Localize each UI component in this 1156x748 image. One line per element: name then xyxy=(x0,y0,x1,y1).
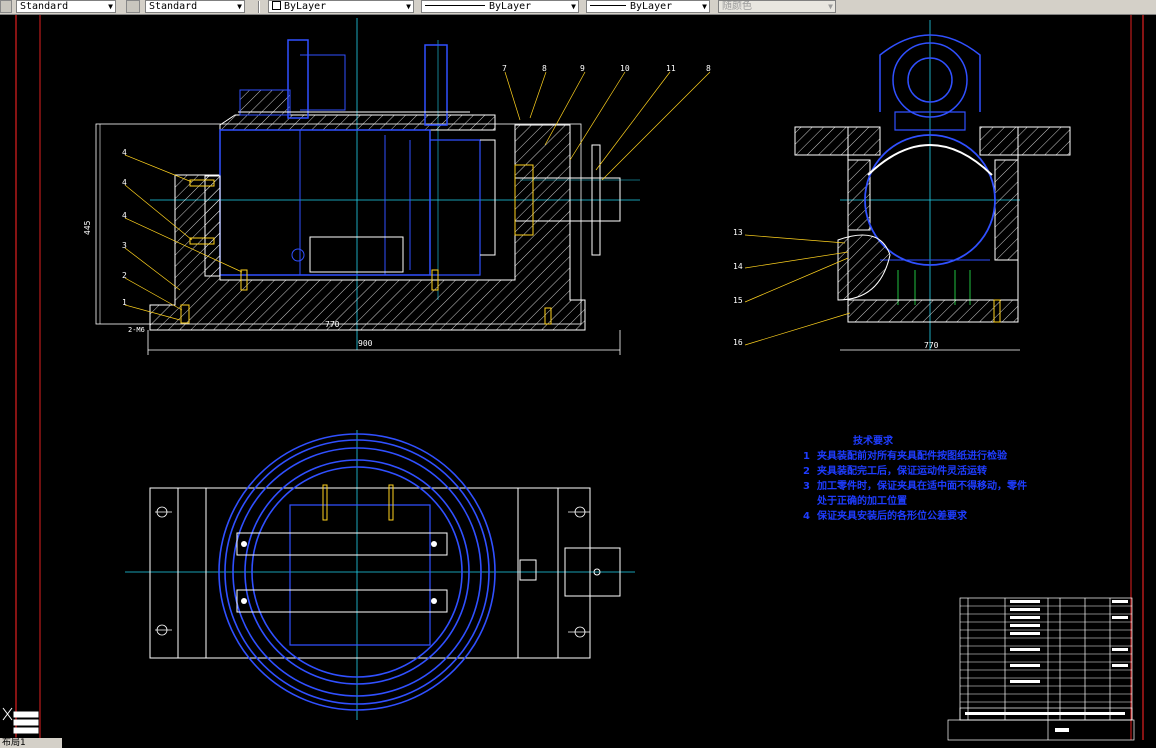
callout-label: 13 xyxy=(733,228,743,237)
toolbar-separator xyxy=(258,1,260,13)
callout-label: 8 xyxy=(542,64,547,73)
tech-note-text: 保证夹具安装后的各形位公差要求 xyxy=(817,511,967,522)
tech-note-text: 加工零件时，保证夹具在适中面不得移动，零件 xyxy=(817,481,1027,492)
plot-style-select[interactable]: 随颜色 ▼ xyxy=(718,0,836,13)
text-style-select[interactable]: Standard ▼ xyxy=(16,0,116,13)
callout-label: 4 xyxy=(122,178,127,187)
dim-style-select[interactable]: Standard ▼ xyxy=(145,0,245,13)
color-select[interactable]: ByLayer ▼ xyxy=(268,0,414,13)
callout-label: 9 xyxy=(580,64,585,73)
dim-width-top: 900 xyxy=(358,339,373,348)
chevron-down-icon: ▼ xyxy=(237,2,242,11)
callout-label: 1 xyxy=(122,298,127,307)
tech-note-item: 2 夹具装配完工后，保证运动件灵活运转 xyxy=(803,464,1027,479)
tech-notes-title: 技术要求 xyxy=(853,436,893,447)
color-swatch-icon xyxy=(272,1,281,10)
text-style-icon[interactable] xyxy=(0,0,12,13)
ucs-icon xyxy=(2,707,39,734)
callout-label: 8 xyxy=(706,64,711,73)
callout-label: 15 xyxy=(733,296,743,305)
tech-note-number: 2 xyxy=(803,466,810,477)
callout-label: 4 xyxy=(122,211,127,220)
text-style-value: Standard xyxy=(20,1,69,12)
tech-note-number: 3 xyxy=(803,481,810,492)
chevron-down-icon: ▼ xyxy=(571,2,576,11)
dim-small: 2-M6 xyxy=(128,326,145,334)
chevron-down-icon: ▼ xyxy=(108,2,113,11)
linetype-preview-icon xyxy=(425,5,485,6)
tech-note-text: 夹具装配完工后，保证运动件灵活运转 xyxy=(817,466,987,477)
tech-note-text: 夹具装配前对所有夹具配件按图纸进行检验 xyxy=(817,451,1007,462)
tech-note-item: 4 保证夹具安装后的各形位公差要求 xyxy=(803,509,1027,524)
callout-label: 2 xyxy=(122,271,127,280)
front-section-view: 900 770 445 2-M6 xyxy=(83,18,711,355)
plan-view xyxy=(125,430,635,720)
dim-style-icon[interactable] xyxy=(126,0,140,13)
lineweight-value: ByLayer xyxy=(630,1,673,12)
callout-label: 10 xyxy=(620,64,630,73)
dim-right-width: 770 xyxy=(924,341,939,350)
drawing-canvas[interactable]: 900 770 445 2-M6 770 xyxy=(0,15,1156,748)
color-value: ByLayer xyxy=(284,1,327,12)
lineweight-select[interactable]: ByLayer ▼ xyxy=(586,0,710,13)
title-block-fills xyxy=(965,600,1128,732)
callout-label: 7 xyxy=(502,64,507,73)
layout-tab[interactable]: 布局1 xyxy=(0,738,62,748)
properties-toolbar: Standard ▼ Standard ▼ ByLayer ▼ ByLayer ▼ By… xyxy=(0,0,1156,15)
tech-note-number: 1 xyxy=(803,451,810,462)
dim-style-value: Standard xyxy=(149,1,198,12)
side-view: 770 xyxy=(744,20,1071,351)
linetype-select[interactable]: ByLayer ▼ xyxy=(421,0,579,13)
technical-requirements: 技术要求 1 夹具装配前对所有夹具配件按图纸进行检验 2 夹具装配完工后，保证运动件… xyxy=(803,434,1027,524)
chevron-down-icon: ▼ xyxy=(406,2,411,11)
callout-label: 11 xyxy=(666,64,676,73)
callout-label: 16 xyxy=(733,338,743,347)
title-block xyxy=(947,597,1135,741)
tech-note-item: 3 加工零件时，保证夹具在适中面不得移动，零件 xyxy=(803,479,1027,494)
lineweight-preview-icon xyxy=(590,5,626,6)
plot-style-value: 随颜色 xyxy=(722,1,752,12)
tech-note-item: 1 夹具装配前对所有夹具配件按图纸进行检验 xyxy=(803,449,1027,464)
dim-height-left: 445 xyxy=(83,220,92,235)
callout-label: 4 xyxy=(122,148,127,157)
linetype-value: ByLayer xyxy=(489,1,532,12)
chevron-down-icon: ▼ xyxy=(828,2,833,11)
chevron-down-icon: ▼ xyxy=(702,2,707,11)
callout-label: 14 xyxy=(733,262,743,271)
tech-note-continuation: 处于正确的加工位置 xyxy=(817,496,907,507)
callout-label: 3 xyxy=(122,241,127,250)
dim-width-inner: 770 xyxy=(325,320,340,329)
tech-note-number: 4 xyxy=(803,511,810,522)
